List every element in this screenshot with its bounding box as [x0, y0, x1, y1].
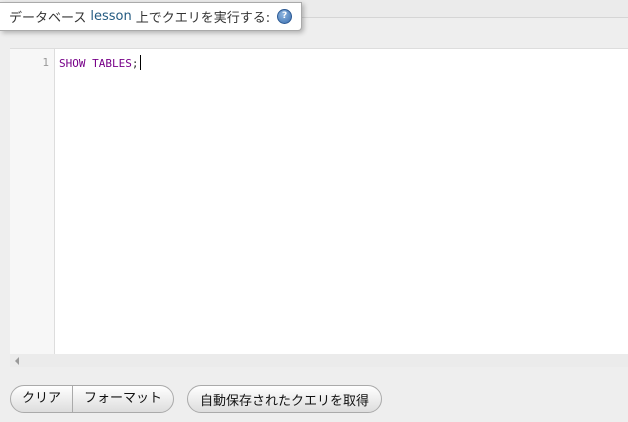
code-line[interactable]: SHOW TABLES; — [59, 55, 141, 71]
get-autosaved-query-button[interactable]: 自動保存されたクエリを取得 — [187, 385, 383, 413]
format-button[interactable]: フォーマット — [72, 386, 173, 412]
line-number-gutter: 1 — [10, 49, 55, 354]
editor-button-group: クリア フォーマット — [10, 385, 175, 413]
scroll-left-arrow-icon[interactable] — [15, 357, 19, 365]
text-cursor — [139, 55, 141, 70]
legend-suffix: 上でクエリを実行する: — [135, 11, 271, 26]
help-icon[interactable]: ? — [277, 9, 293, 24]
sql-editor[interactable]: 1 SHOW TABLES; — [10, 48, 628, 367]
horizontal-scrollbar[interactable] — [10, 354, 628, 367]
sql-keyword-show: SHOW — [59, 57, 86, 70]
database-name: lesson — [90, 9, 132, 24]
statement-terminator: ; — [131, 57, 139, 70]
query-panel-title: データベース lesson 上でクエリを実行する: ? — [0, 2, 303, 31]
clear-button[interactable]: クリア — [11, 386, 72, 412]
sql-keyword-tables: TABLES — [92, 57, 132, 70]
line-number: 1 — [42, 56, 49, 69]
legend-prefix: データベース — [9, 11, 87, 26]
